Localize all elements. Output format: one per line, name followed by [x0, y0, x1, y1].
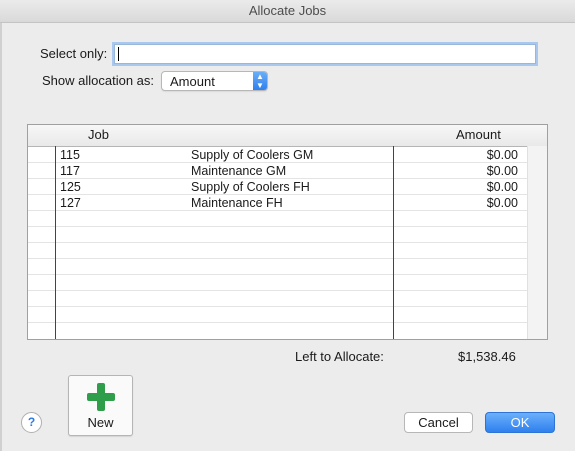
- job-name: Supply of Coolers FH: [191, 180, 310, 194]
- job-amount[interactable]: $0.00: [487, 164, 518, 178]
- row-divider: [28, 258, 547, 259]
- table-row[interactable]: 115 Supply of Coolers GM $0.00: [28, 147, 527, 163]
- row-divider: [28, 274, 547, 275]
- cancel-button[interactable]: Cancel: [404, 412, 473, 433]
- jobs-table: Job Amount 115 Supply of Coolers GM $0.0…: [27, 124, 548, 340]
- row-divider: [28, 306, 547, 307]
- left-to-allocate-label: Left to Allocate:: [295, 349, 384, 364]
- select-only-input[interactable]: [114, 44, 536, 64]
- job-name: Maintenance GM: [191, 164, 287, 178]
- new-button-label: New: [87, 415, 114, 430]
- select-only-label: Select only:: [40, 46, 108, 61]
- new-button[interactable]: New: [68, 375, 133, 436]
- show-allocation-select[interactable]: Amount ▲ ▼: [161, 71, 268, 91]
- table-row[interactable]: 117 Maintenance GM $0.00: [28, 163, 527, 179]
- help-icon[interactable]: ?: [21, 412, 42, 433]
- ok-button[interactable]: OK: [485, 412, 555, 433]
- row-divider: [28, 322, 547, 323]
- row-divider: [28, 290, 547, 291]
- table-header: Job Amount: [28, 125, 547, 147]
- window-edge: [0, 22, 2, 451]
- job-amount[interactable]: $0.00: [487, 196, 518, 210]
- show-allocation-label: Show allocation as:: [42, 73, 155, 88]
- job-number: 127: [60, 196, 81, 210]
- table-row[interactable]: 125 Supply of Coolers FH $0.00: [28, 179, 527, 195]
- job-amount[interactable]: $0.00: [487, 148, 518, 162]
- text-caret: [118, 47, 119, 61]
- job-number: 115: [60, 148, 80, 162]
- show-allocation-value: Amount: [170, 74, 215, 89]
- plus-icon: [87, 383, 115, 411]
- column-header-amount[interactable]: Amount: [456, 127, 501, 142]
- row-divider: [28, 242, 547, 243]
- table-scroll-gutter[interactable]: [527, 146, 547, 339]
- job-name: Maintenance FH: [191, 196, 283, 210]
- window-title: Allocate Jobs: [0, 0, 575, 23]
- job-name: Supply of Coolers GM: [191, 148, 314, 162]
- column-divider: [55, 146, 56, 339]
- updown-chevron-icon: ▲ ▼: [253, 72, 267, 90]
- column-divider: [393, 146, 394, 339]
- table-row[interactable]: 127 Maintenance FH $0.00: [28, 195, 527, 211]
- left-to-allocate-value: $1,538.46: [458, 349, 516, 364]
- job-amount[interactable]: $0.00: [487, 180, 518, 194]
- row-divider: [28, 226, 547, 227]
- job-number: 125: [60, 180, 81, 194]
- job-number: 117: [60, 164, 80, 178]
- column-header-job[interactable]: Job: [88, 127, 109, 142]
